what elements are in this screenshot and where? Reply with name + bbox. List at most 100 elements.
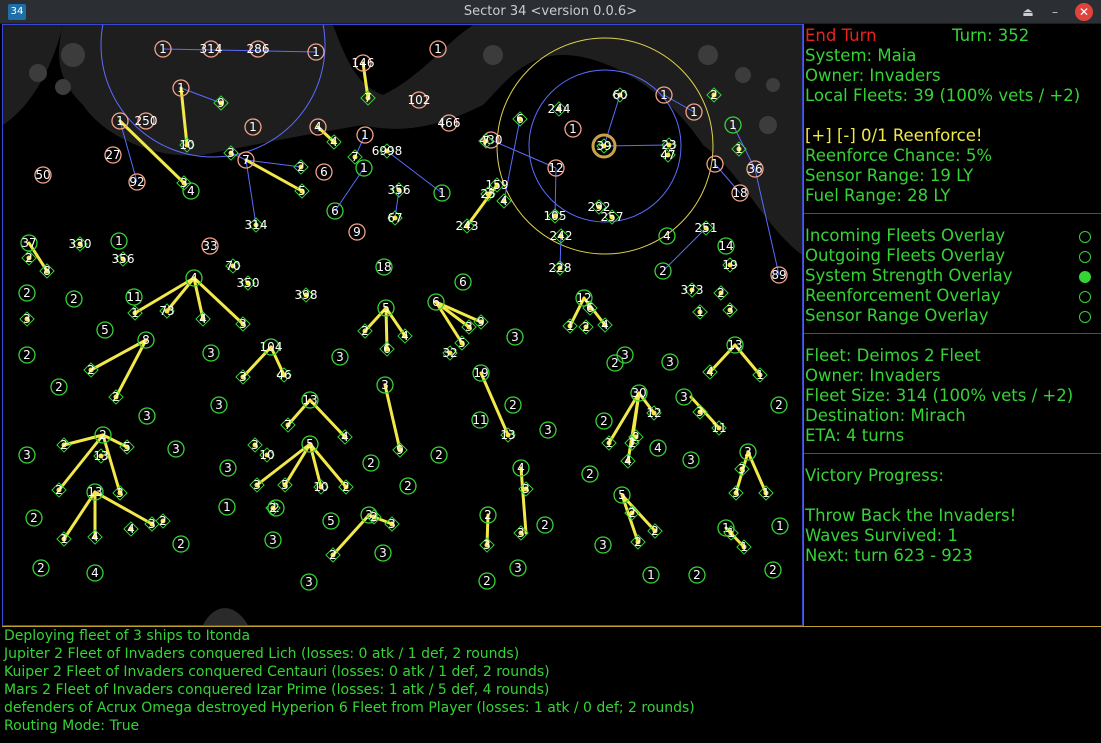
player-system-label: 6 [331, 204, 339, 218]
player-system-label: 104 [260, 340, 283, 354]
invader-system-label: 12 [548, 161, 563, 175]
fleet-label: 2 [297, 160, 305, 174]
player-system-label: 2 [600, 414, 608, 428]
player-system-label: 1 [223, 500, 231, 514]
fleet-label: 242 [550, 229, 573, 243]
fleet-label: 6998 [372, 144, 403, 158]
invader-system-label: 250 [135, 114, 158, 128]
player-system-label: 2 [541, 518, 549, 532]
fleet-label: 2 [717, 286, 725, 300]
player-system-label: 5 [327, 514, 335, 528]
fleet-label: 330 [69, 237, 92, 251]
fleet-label: 13 [93, 449, 108, 463]
victory-goal: Throw Back the Invaders! [805, 506, 1017, 525]
player-system-label: 2 [55, 380, 63, 394]
player-system-label: 2 [30, 511, 38, 525]
player-system-label: 1 [776, 519, 784, 533]
player-system-label: 11 [472, 413, 487, 427]
player-system-label: 2 [775, 398, 783, 412]
system-owner: Owner: Invaders [805, 66, 941, 85]
fleet-label: 1 [605, 436, 613, 450]
overlay-outgoing-toggle[interactable] [1079, 251, 1091, 263]
overlay-outgoing-fleets[interactable]: Outgoing Fleets Overlay [805, 246, 1005, 266]
overlay-strength-toggle[interactable] [1079, 271, 1091, 283]
fleet-label: 2 [269, 501, 277, 515]
fleet-destination: Destination: Mirach [805, 406, 966, 425]
close-button[interactable]: ✕ [1075, 3, 1093, 21]
fleet-label: 13 [500, 428, 515, 442]
log-line: Jupiter 2 Fleet of Invaders conquered Li… [4, 646, 520, 662]
overlay-incoming-fleets[interactable]: Incoming Fleets Overlay [805, 226, 1005, 246]
invader-system-label: 6 [320, 165, 328, 179]
player-system-label: 3 [666, 355, 674, 369]
player-system-label: 3 [172, 442, 180, 456]
fleet-label: 12 [646, 406, 661, 420]
player-system-label: 2 [23, 286, 31, 300]
victory-title: Victory Progress: [805, 466, 944, 485]
fleet-label: 3 [23, 312, 31, 326]
end-turn-button[interactable]: End Turn [805, 26, 877, 46]
player-system-label: 37 [21, 236, 36, 250]
fleet-label: 1 [566, 319, 574, 333]
overlay-sensor-range[interactable]: Sensor Range Overlay [805, 306, 989, 326]
fleet-label: 19 [722, 258, 737, 272]
overlay-sensor-toggle[interactable] [1079, 311, 1091, 323]
overlay-system-strength[interactable]: System Strength Overlay [805, 266, 1013, 286]
fleet-label: 2 [25, 251, 33, 265]
invader-system-label: 1 [116, 114, 124, 128]
player-system-label: 3 [215, 398, 223, 412]
fleet-label: 3 [239, 370, 247, 384]
fleet-label: 3 [726, 303, 734, 317]
fleet-label: 46 [276, 368, 291, 382]
fleet-label: 3 [180, 176, 188, 190]
overlay-incoming-toggle[interactable] [1079, 231, 1091, 243]
player-system-label: 2 [693, 568, 701, 582]
player-system-label: 3 [511, 330, 519, 344]
fleet-label: 4 [127, 522, 135, 536]
invader-system-label: 1 [249, 120, 257, 134]
player-system-label: 13 [87, 485, 102, 499]
fleet-label: 2 [60, 438, 68, 452]
fleet-label: 3 [148, 517, 156, 531]
player-system-label: 1 [729, 118, 737, 132]
fleet-label: 2 [634, 535, 642, 549]
fleet-label: 244 [548, 102, 571, 116]
player-system-label: 2 [23, 348, 31, 362]
player-system-label: 2 [404, 479, 412, 493]
victory-panel: Victory Progress: Throw Back the Invader… [804, 454, 1101, 626]
overlay-reenforcement-toggle[interactable] [1079, 291, 1091, 303]
invader-system-label: 9 [353, 225, 361, 239]
fleet-label: 1 [60, 532, 68, 546]
invader-system-label: 1 [159, 42, 167, 56]
fleet-label: 105 [544, 209, 567, 223]
invader-system-label: 466 [438, 116, 461, 130]
player-system-label: 2 [99, 428, 107, 442]
reenforce-controls[interactable]: [+] [-] 0/1 Reenforce! [805, 126, 982, 146]
player-system-label: 4 [91, 566, 99, 580]
minimize-button[interactable]: – [1046, 3, 1064, 21]
player-system-label: 2 [177, 537, 185, 551]
fleet-label: 1 [740, 540, 748, 554]
overlay-reenforcement[interactable]: Reenforcement Overlay [805, 286, 1001, 306]
player-system-label: 3 [23, 448, 31, 462]
galaxy-map[interactable]: 1 314 286 1 1 146 1 1 250 1 27 50 92 7 6 4 1 102 466 9 430 12… [2, 24, 803, 626]
galaxy-map-canvas[interactable]: 1 314 286 1 114611 250 12750 927641102466943012… [3, 25, 802, 625]
fleet-label: 3 [696, 405, 704, 419]
player-system-label: 3 [269, 533, 277, 547]
sidebar: End Turn Turn: 352 System: Maia Owner: I… [803, 24, 1101, 626]
invader-system-label: 1 [361, 128, 369, 142]
player-system-label: 19 [473, 366, 488, 380]
player-system-label: 6 [432, 295, 440, 309]
invader-system-label: 36 [747, 162, 762, 176]
player-system-label: 30 [631, 386, 646, 400]
invader-system-label: 286 [247, 42, 270, 56]
next-wave: Next: turn 623 - 923 [805, 546, 973, 565]
fleet-label: 25 [480, 187, 495, 201]
keep-above-button[interactable]: ⏏ [1019, 3, 1037, 21]
player-system-label: 13 [302, 393, 317, 407]
fleet-label: 373 [681, 283, 704, 297]
fleet-label: 3 [732, 486, 740, 500]
fleet-label: 2 [87, 363, 95, 377]
player-system-label: 4 [663, 229, 671, 243]
system-info-panel: End Turn Turn: 352 System: Maia Owner: I… [804, 24, 1101, 214]
